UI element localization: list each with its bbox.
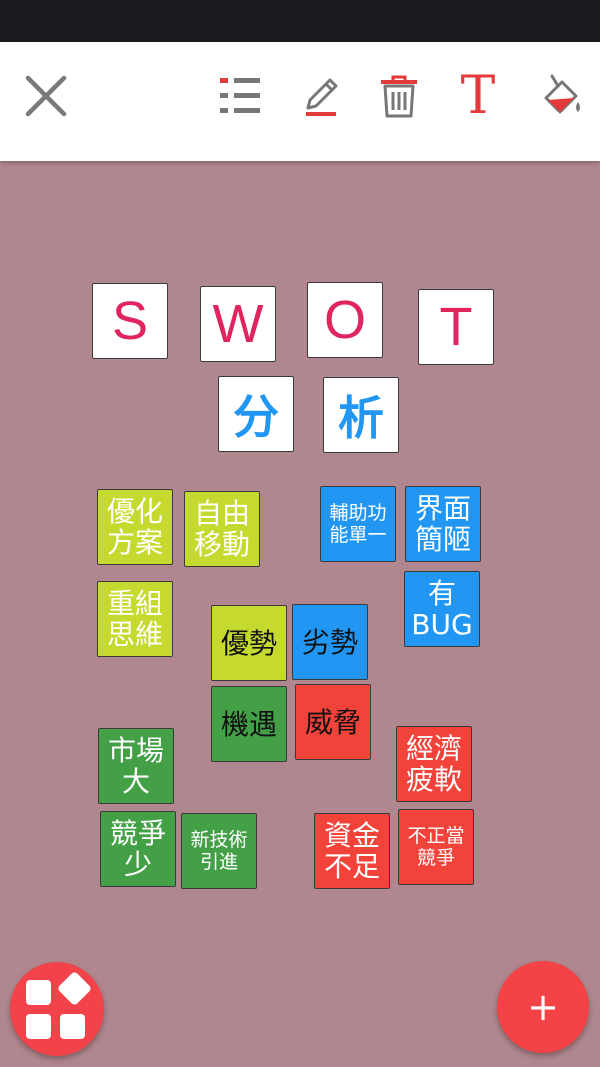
list-icon — [216, 72, 264, 120]
note-text: 經濟 疲軟 — [405, 732, 462, 796]
note-text: 市場 大 — [107, 734, 164, 798]
tile-char-xi[interactable]: 析 — [323, 377, 399, 453]
note-unfair-competition[interactable]: 不正當 競爭 — [398, 809, 474, 885]
tile-text: 析 — [338, 391, 384, 445]
delete-button[interactable] — [367, 64, 431, 128]
paint-bucket-icon — [536, 72, 584, 120]
note-optimize[interactable]: 優化 方案 — [97, 489, 173, 565]
note-text: 輔助功 能單一 — [329, 502, 387, 546]
pen-icon — [296, 72, 344, 120]
list-button[interactable] — [208, 64, 272, 128]
note-opportunities[interactable]: 機遇 — [211, 686, 287, 762]
tile-text: 分 — [233, 390, 279, 444]
note-weaknesses[interactable]: 劣勢 — [292, 604, 368, 680]
note-text: 競爭 少 — [109, 817, 166, 881]
note-text: 機遇 — [220, 707, 277, 741]
note-text: 自由 移動 — [193, 497, 250, 561]
note-free-move[interactable]: 自由 移動 — [184, 491, 260, 567]
text-button[interactable]: T — [446, 64, 510, 128]
pen-button[interactable] — [288, 64, 352, 128]
apps-button[interactable] — [10, 962, 104, 1056]
note-text: 優化 方案 — [106, 495, 163, 559]
note-restructure[interactable]: 重組 思維 — [97, 581, 173, 657]
close-icon — [22, 72, 70, 120]
note-economy-weak[interactable]: 經濟 疲軟 — [396, 726, 472, 802]
note-text: 優勢 — [220, 626, 277, 660]
canvas[interactable]: S W O T 分 析 優化 方案 自由 移動 重組 思維 優勢 劣勢 機遇 威… — [0, 161, 600, 1067]
tile-text: T — [439, 297, 473, 357]
note-text: 重組 思維 — [106, 587, 163, 651]
plus-icon: + — [527, 985, 559, 1029]
note-big-market[interactable]: 市場 大 — [98, 728, 174, 804]
tile-text: O — [323, 290, 366, 350]
tile-text: W — [212, 294, 264, 354]
note-strengths[interactable]: 優勢 — [211, 605, 287, 681]
add-button[interactable]: + — [497, 961, 589, 1053]
note-text: 有 BUG — [411, 577, 473, 641]
note-text: 威脅 — [304, 705, 361, 739]
note-lack-funds[interactable]: 資金 不足 — [314, 813, 390, 889]
note-text: 劣勢 — [301, 625, 358, 659]
text-icon: T — [460, 66, 496, 126]
status-bar — [0, 0, 600, 42]
note-ui-crude[interactable]: 界面 簡陋 — [405, 486, 481, 562]
note-less-competition[interactable]: 競爭 少 — [100, 811, 176, 887]
note-aux-single[interactable]: 輔助功 能單一 — [320, 486, 396, 562]
tile-letter-o[interactable]: O — [307, 282, 383, 358]
tile-letter-t[interactable]: T — [418, 289, 494, 365]
tile-letter-s[interactable]: S — [92, 283, 168, 359]
fill-button[interactable] — [528, 64, 592, 128]
note-new-tech[interactable]: 新技術 引進 — [181, 813, 257, 889]
note-has-bug[interactable]: 有 BUG — [404, 571, 480, 647]
tile-char-fen[interactable]: 分 — [218, 376, 294, 452]
trash-icon — [375, 72, 423, 120]
note-text: 資金 不足 — [323, 819, 380, 883]
note-text: 新技術 引進 — [190, 829, 248, 873]
note-text: 不正當 競爭 — [407, 825, 465, 869]
close-button[interactable] — [14, 64, 78, 128]
note-threats[interactable]: 威脅 — [295, 684, 371, 760]
tile-text: S — [111, 291, 149, 351]
tile-letter-w[interactable]: W — [200, 286, 276, 362]
toolbar: T — [0, 42, 600, 161]
note-text: 界面 簡陋 — [414, 492, 471, 556]
